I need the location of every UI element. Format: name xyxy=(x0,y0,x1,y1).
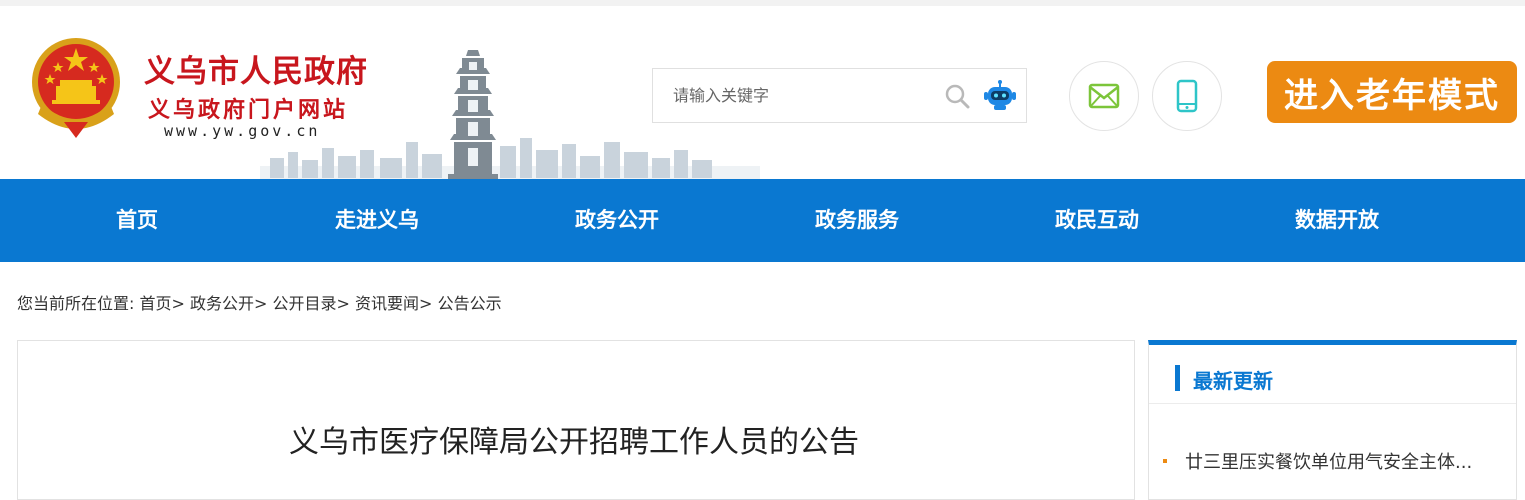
national-emblem-icon[interactable] xyxy=(28,34,124,144)
breadcrumb-news[interactable]: 资讯要闻> xyxy=(355,294,432,313)
mobile-button[interactable] xyxy=(1152,61,1222,131)
latest-updates-panel: 最新更新 廿三里压实餐饮单位用气安全主体... xyxy=(1148,340,1517,500)
breadcrumb-home[interactable]: 首页> xyxy=(140,294,185,313)
main-nav: 首页 走进义乌 政务公开 政务服务 政民互动 数据开放 xyxy=(0,179,1525,262)
robot-assistant-button[interactable] xyxy=(973,68,1027,123)
nav-item-home[interactable]: 首页 xyxy=(57,179,217,262)
sidebar-item-label: 廿三里压实餐饮单位用气安全主体... xyxy=(1185,452,1473,473)
breadcrumb-prefix: 您当前所在位置: xyxy=(17,294,135,313)
breadcrumb-announcements[interactable]: 公告公示 xyxy=(438,294,502,313)
nav-item-interaction[interactable]: 政民互动 xyxy=(1017,179,1177,262)
article-title: 义乌市医疗保障局公开招聘工作人员的公告 xyxy=(289,425,859,460)
sidebar-accent-bar xyxy=(1175,365,1180,391)
robot-assistant-icon xyxy=(983,79,1016,110)
sidebar-title: 最新更新 xyxy=(1193,369,1273,393)
article-panel: 义乌市医疗保障局公开招聘工作人员的公告 xyxy=(17,340,1135,500)
nav-item-gov-services[interactable]: 政务服务 xyxy=(777,179,937,262)
site-header: 义乌市人民政府 义乌政府门户网站 www.yw.gov.cn 请输入关键字 进入… xyxy=(0,6,1525,181)
nav-item-gov-disclosure[interactable]: 政务公开 xyxy=(537,179,697,262)
nav-item-open-data[interactable]: 数据开放 xyxy=(1257,179,1417,262)
search-icon[interactable] xyxy=(944,83,970,109)
search-input[interactable] xyxy=(653,69,943,122)
nav-item-about-yiwu[interactable]: 走进义乌 xyxy=(297,179,457,262)
sidebar-header: 最新更新 xyxy=(1149,345,1516,404)
elder-mode-button[interactable]: 进入老年模式 xyxy=(1267,61,1517,123)
breadcrumb-gov-disclosure[interactable]: 政务公开> xyxy=(190,294,267,313)
mail-button[interactable] xyxy=(1069,61,1139,131)
mobile-phone-icon xyxy=(1176,79,1198,113)
search-box xyxy=(652,68,974,123)
sidebar-list-item[interactable]: 廿三里压实餐饮单位用气安全主体... xyxy=(1163,448,1503,474)
bullet-icon xyxy=(1163,459,1167,463)
breadcrumb: 您当前所在位置: 首页> 政务公开> 公开目录> 资讯要闻> 公告公示 xyxy=(17,290,502,314)
breadcrumb-catalog[interactable]: 公开目录> xyxy=(273,294,350,313)
mail-icon xyxy=(1088,83,1120,109)
